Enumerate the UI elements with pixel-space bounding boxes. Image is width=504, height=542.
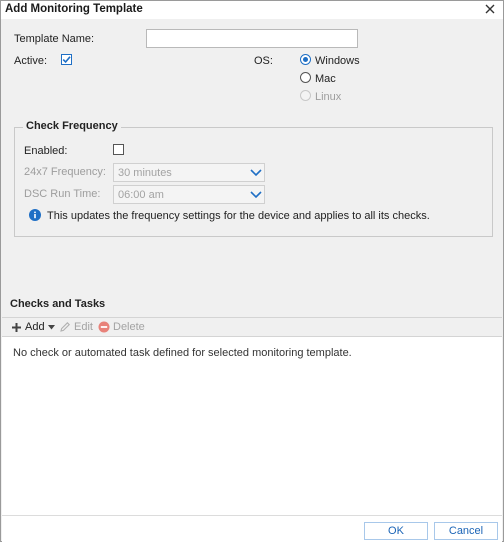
dialog-title: Add Monitoring Template xyxy=(5,3,143,15)
pencil-icon xyxy=(60,322,70,332)
add-button[interactable]: Add xyxy=(11,321,55,333)
title-bar: Add Monitoring Template xyxy=(1,1,503,19)
cancel-button[interactable]: Cancel xyxy=(434,522,498,540)
os-radio-linux[interactable] xyxy=(300,90,311,101)
chevron-down-icon xyxy=(250,191,262,199)
dialog-footer: OK Cancel xyxy=(2,515,502,542)
close-icon[interactable] xyxy=(483,2,497,16)
frequency-label: 24x7 Frequency: xyxy=(24,166,106,178)
frequency-select[interactable]: 30 minutes xyxy=(113,163,265,182)
check-frequency-title: Check Frequency xyxy=(23,120,121,132)
caret-down-icon xyxy=(47,324,55,329)
checks-and-tasks-title: Checks and Tasks xyxy=(10,298,106,310)
os-radio-windows[interactable] xyxy=(300,54,311,65)
os-label: OS: xyxy=(254,55,273,67)
frequency-enabled-checkbox[interactable] xyxy=(113,144,124,155)
checks-list[interactable]: No check or automated task defined for s… xyxy=(2,336,502,515)
checkmark-icon xyxy=(62,56,71,64)
check-frequency-group: Check Frequency Enabled: 24x7 Frequency:… xyxy=(14,120,493,237)
template-name-label: Template Name: xyxy=(14,33,95,45)
edit-button[interactable]: Edit xyxy=(59,321,93,333)
frequency-info-text: This updates the frequency settings for … xyxy=(47,210,430,222)
delete-button-label: Delete xyxy=(113,321,145,333)
plus-icon xyxy=(12,322,21,332)
ok-button[interactable]: OK xyxy=(364,522,428,540)
os-radio-mac[interactable] xyxy=(300,72,311,83)
edit-button-label: Edit xyxy=(74,321,93,333)
empty-list-message: No check or automated task defined for s… xyxy=(13,347,352,359)
remove-icon xyxy=(98,321,110,333)
info-icon xyxy=(29,209,41,221)
os-option-windows-label: Windows xyxy=(315,55,360,67)
dsc-run-time-value: 06:00 am xyxy=(118,189,164,201)
checks-toolbar: Add Edit Delete xyxy=(2,317,502,336)
dsc-run-time-label: DSC Run Time: xyxy=(24,188,101,200)
delete-button[interactable]: Delete xyxy=(98,321,145,333)
template-name-input[interactable] xyxy=(146,29,358,48)
active-checkbox[interactable] xyxy=(61,54,72,65)
dsc-run-time-select[interactable]: 06:00 am xyxy=(113,185,265,204)
frequency-value: 30 minutes xyxy=(118,167,172,179)
active-label: Active: xyxy=(14,55,48,67)
frequency-enabled-label: Enabled: xyxy=(24,145,68,157)
add-monitoring-template-dialog: Add Monitoring Template Template Name: A… xyxy=(0,0,504,542)
os-option-linux-label: Linux xyxy=(315,91,342,103)
add-button-label: Add xyxy=(25,321,45,333)
chevron-down-icon xyxy=(250,169,262,177)
os-option-mac-label: Mac xyxy=(315,73,336,85)
